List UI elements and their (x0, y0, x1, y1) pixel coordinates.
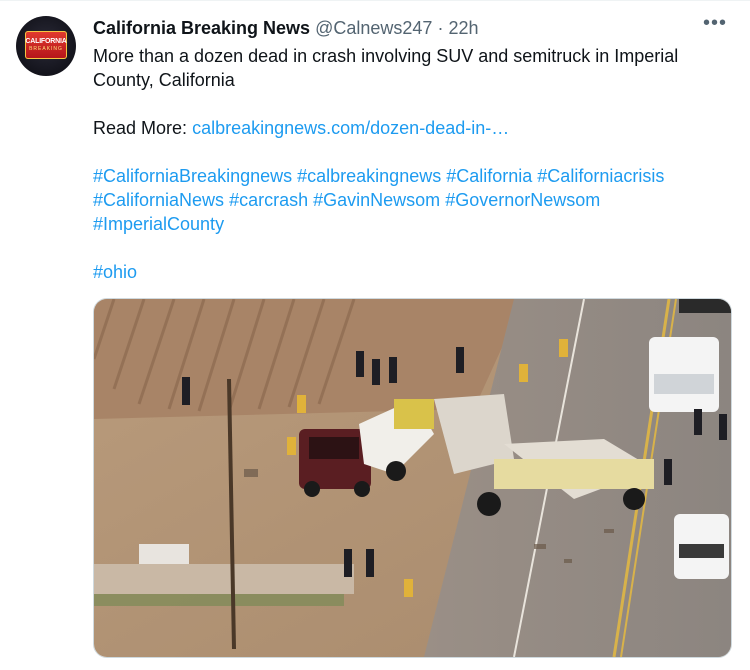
avatar-logo: CALIFORNIA BREAKING (25, 31, 67, 59)
article-link[interactable]: calbreakingnews.com/dozen-dead-in-… (192, 118, 509, 138)
crash-scene-aerial-photo (94, 299, 731, 657)
author-name[interactable]: California Breaking News (93, 18, 310, 38)
author-handle[interactable]: @Calnews247 (315, 18, 432, 38)
separator-dot: · (437, 18, 444, 38)
tweet-header: California Breaking News @Calnews247 · 2… (93, 16, 479, 40)
hashtag-link[interactable]: #carcrash (229, 190, 308, 210)
read-more-label: Read More: (93, 118, 188, 138)
avatar-logo-text-2: BREAKING (29, 46, 63, 52)
hashtags-line-1: #CaliforniaBreakingnews #calbreakingnews… (93, 164, 713, 188)
hashtag-link[interactable]: #CaliforniaBreakingnews (93, 166, 292, 186)
extra-hashtag-line: #ohio (93, 260, 713, 284)
hashtag-link[interactable]: #Californiacrisis (537, 166, 664, 186)
tweet-body: More than a dozen dead in crash involvin… (93, 44, 713, 284)
tweet-photo[interactable] (93, 298, 732, 658)
read-more-line: Read More: calbreakingnews.com/dozen-dea… (93, 116, 713, 140)
hashtag-link[interactable]: #California (446, 166, 532, 186)
tweet-text: More than a dozen dead in crash involvin… (93, 46, 679, 90)
more-options-icon[interactable]: ••• (700, 13, 730, 37)
author-avatar[interactable]: CALIFORNIA BREAKING (16, 16, 76, 76)
hashtags-line-2: #CaliforniaNews #carcrash #GavinNewsom #… (93, 188, 713, 212)
tweet-card[interactable]: CALIFORNIA BREAKING California Breaking … (0, 0, 750, 670)
hashtag-link[interactable]: #ImperialCounty (93, 214, 224, 234)
hashtag-link[interactable]: #ohio (93, 262, 137, 282)
hashtags-line-3: #ImperialCounty (93, 212, 713, 236)
hashtag-link[interactable]: #CaliforniaNews (93, 190, 224, 210)
tweet-timestamp[interactable]: 22h (448, 18, 478, 38)
avatar-logo-text-1: CALIFORNIA (25, 38, 67, 45)
hashtag-link[interactable]: #GavinNewsom (313, 190, 440, 210)
hashtag-link[interactable]: #calbreakingnews (297, 166, 441, 186)
hashtag-link[interactable]: #GovernorNewsom (445, 190, 600, 210)
